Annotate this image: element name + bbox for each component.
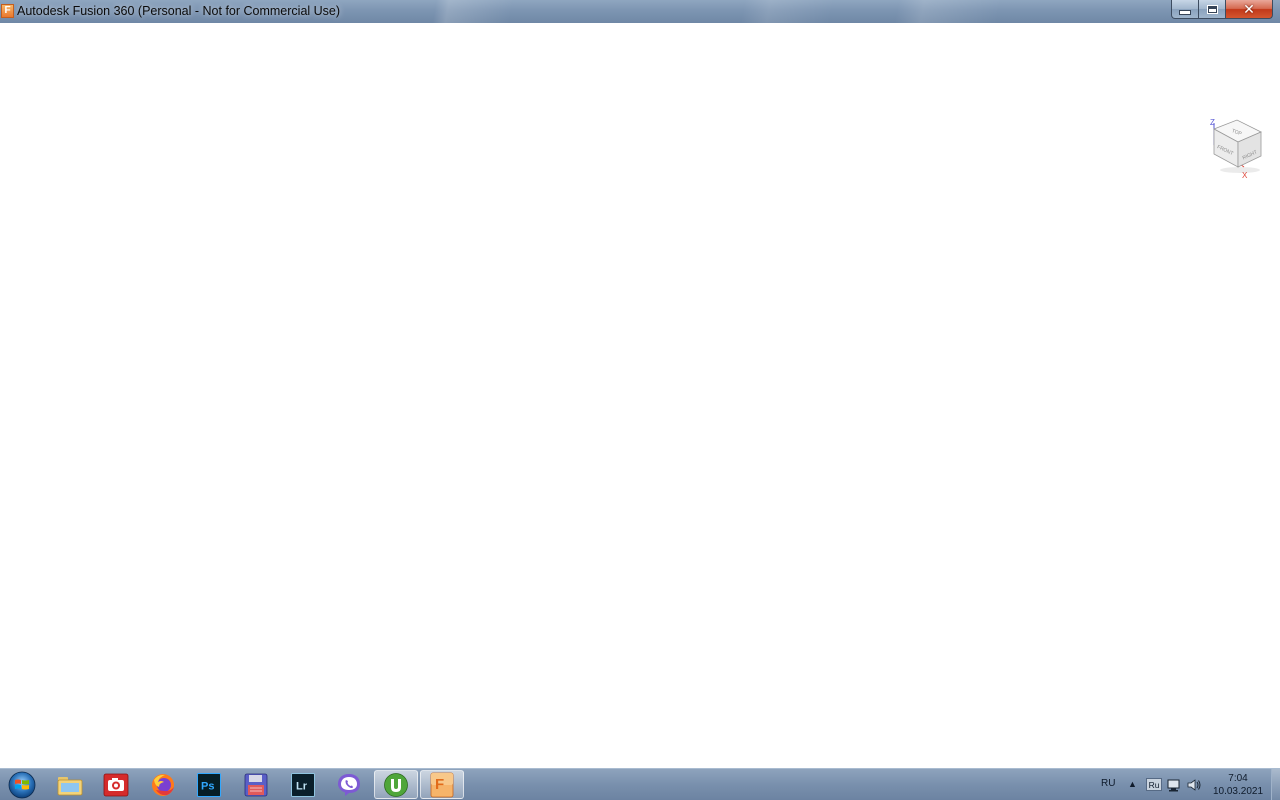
minimize-icon <box>1179 9 1191 15</box>
lightroom-icon: Lr <box>291 772 315 797</box>
language-indicator[interactable]: RU <box>1101 778 1115 789</box>
minimize-button[interactable] <box>1171 0 1199 19</box>
photoshop-icon: Ps <box>197 772 221 797</box>
taskbar-save-app[interactable] <box>234 770 278 799</box>
close-icon: ✕ <box>1243 1 1255 17</box>
taskbar-photoshop[interactable]: Ps <box>187 770 231 799</box>
floppy-icon <box>244 773 268 796</box>
svg-text:Lr: Lr <box>296 780 308 792</box>
taskbar-firefox[interactable] <box>141 770 185 799</box>
show-hidden-icons-button[interactable]: ▲ <box>1128 779 1137 789</box>
fusion-app-icon[interactable]: F <box>1 4 14 18</box>
taskbar-fusion-360[interactable]: F <box>420 770 464 799</box>
taskbar-camera-app[interactable] <box>94 770 138 799</box>
window-title: Autodesk Fusion 360 (Personal - Not for … <box>17 4 341 18</box>
view-cube[interactable]: Z X TOP FRONT RIGHT <box>1204 115 1270 185</box>
taskbar-viber[interactable] <box>327 770 371 799</box>
design-canvas[interactable]: Z X TOP FRONT RIGHT <box>0 23 1280 768</box>
clock-time: 7:04 <box>1228 773 1248 784</box>
window-controls: ✕ <box>1171 0 1273 20</box>
view-cube-shadow <box>1220 167 1260 173</box>
taskbar-utorrent[interactable] <box>374 770 418 799</box>
firefox-icon <box>152 773 174 796</box>
svg-text:F: F <box>435 776 444 793</box>
fusion-icon: F <box>430 772 454 797</box>
show-desktop-button[interactable] <box>1271 769 1280 800</box>
keyboard-layout-indicator[interactable]: Ru <box>1146 778 1162 791</box>
taskbar-explorer[interactable] <box>48 770 92 799</box>
close-button[interactable]: ✕ <box>1226 0 1273 19</box>
folder-icon <box>57 776 83 795</box>
restore-icon <box>1206 4 1218 14</box>
viber-icon <box>338 773 360 796</box>
title-bar[interactable]: F Autodesk Fusion 360 (Personal - Not fo… <box>0 0 1280 23</box>
utorrent-icon <box>384 772 408 797</box>
svg-text:Ps: Ps <box>201 780 214 792</box>
volume-icon[interactable] <box>1186 777 1202 793</box>
maximize-button[interactable] <box>1199 0 1226 19</box>
start-button[interactable] <box>6 771 38 799</box>
camera-icon <box>103 773 129 796</box>
z-axis-label: Z <box>1210 118 1215 127</box>
system-clock[interactable]: 7:04 10.03.2021 <box>1206 772 1270 798</box>
taskbar: Ps Lr F RU ▲ Ru 7:04 10.03.2021 <box>0 768 1280 800</box>
taskbar-lightroom[interactable]: Lr <box>281 770 325 799</box>
clock-date: 10.03.2021 <box>1212 786 1264 797</box>
network-icon[interactable] <box>1166 777 1182 793</box>
